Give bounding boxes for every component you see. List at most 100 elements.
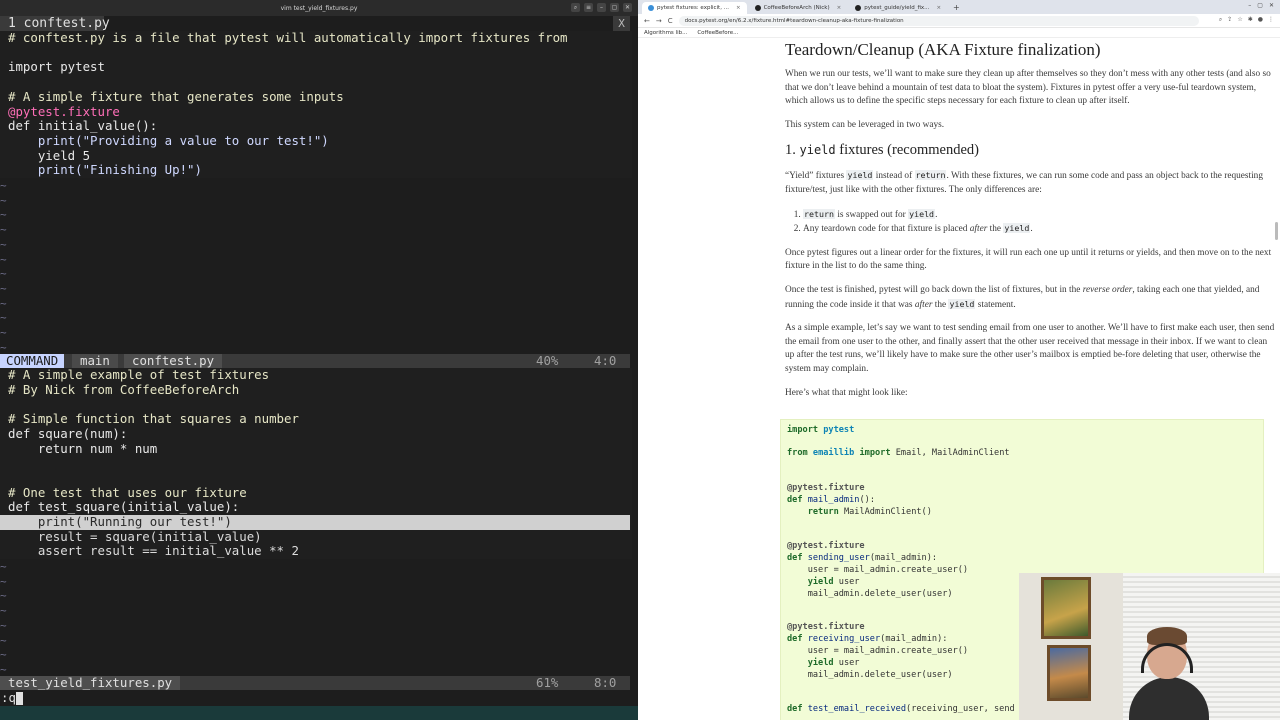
subsection-heading: 1. yield fixtures (recommended) [785, 142, 979, 159]
code-line: # One test that uses our fixture [8, 484, 247, 500]
github-favicon-icon [855, 5, 862, 11]
scroll-percent: 40% [536, 353, 559, 368]
code-line: def initial_value(): [8, 118, 158, 134]
vim-tab-close-button[interactable]: X [613, 16, 630, 31]
vim-tabline: 1 conftest.py X [0, 16, 632, 31]
code-line: return num * num [8, 440, 158, 456]
code-line: # A simple example of test fixtures [8, 368, 270, 382]
back-button[interactable]: ← [644, 17, 650, 25]
terminal-titlebar: vim test_yield_fixtures.py ⌕ ≡ – ▢ ✕ [0, 0, 638, 16]
empty-line-tilde: ~ [0, 662, 7, 676]
empty-line-tilde: ~ [0, 267, 7, 281]
empty-line-tilde: ~ [0, 296, 7, 310]
maximize-icon[interactable]: ▢ [1257, 2, 1263, 9]
empty-line-tilde: ~ [0, 193, 7, 207]
menu-icon[interactable]: ≡ [584, 3, 593, 12]
profile-icon[interactable]: ● [1258, 16, 1263, 24]
documentation-content: Teardown/Cleanup (AKA Fixture finalizati… [785, 38, 1275, 410]
page-scrollbar[interactable] [1275, 222, 1278, 240]
paragraph: As a simple example, let’s say we want t… [785, 323, 1275, 374]
code-line: print("Finishing Up!") [8, 162, 202, 178]
webcam-painting [1041, 577, 1091, 639]
cursor-position: 4:0 [594, 353, 617, 368]
close-icon[interactable]: ✕ [623, 3, 632, 12]
share-icon[interactable]: ⇪ [1227, 16, 1232, 24]
empty-line-tilde: ~ [0, 311, 7, 325]
github-favicon-icon [754, 5, 761, 11]
code-line: import pytest [787, 425, 855, 435]
empty-line-tilde: ~ [0, 589, 7, 603]
browser-tab-bar: pytest fixtures: explicit, ... × CoffeeB… [638, 0, 1280, 14]
differences-list: return is swapped out for yield. Any tea… [803, 208, 1275, 237]
vim-command-line[interactable]: :q [0, 690, 632, 706]
vim-tab-conftest[interactable]: 1 conftest.py [0, 16, 110, 31]
presenter-body [1129, 677, 1209, 720]
close-tab-icon[interactable]: × [936, 2, 941, 14]
vim-top-pane[interactable]: # conftest.py is a file that pytest will… [0, 31, 632, 354]
empty-line-tilde: ~ [0, 648, 7, 662]
status-filename: conftest.py [124, 354, 223, 368]
bookmark-algorithms[interactable]: Algorithms lib... [644, 30, 687, 36]
tab-label: pytest_guide/yield_fix... [864, 5, 930, 11]
close-tab-icon[interactable]: × [837, 2, 842, 14]
code-line: @pytest.fixture [8, 103, 120, 119]
webcam-painting [1047, 645, 1091, 701]
git-branch: main [72, 354, 118, 368]
section-heading: Teardown/Cleanup (AKA Fixture finalizati… [785, 40, 1101, 59]
code-line: assert result == initial_value ** 2 [8, 543, 299, 559]
browser-extension-icons: ⌕ ⇪ ☆ ✱ ● ⋮ [1219, 16, 1274, 24]
empty-line-tilde: ~ [0, 237, 7, 251]
empty-line-tilde: ~ [0, 340, 7, 354]
status-filename: test_yield_fixtures.py [0, 676, 181, 690]
zoom-icon[interactable]: ⌕ [1219, 16, 1222, 24]
close-icon[interactable]: ✕ [1269, 2, 1274, 9]
code-line: mail_admin.delete_user(user) [787, 589, 953, 599]
bookmark-coffeebeforearch[interactable]: CoffeeBefore... [697, 30, 738, 36]
terminal-title: vim test_yield_fixtures.py [280, 4, 358, 12]
pytest-favicon-icon [648, 5, 654, 11]
reload-button[interactable]: C [668, 17, 673, 25]
code-line: user = mail_admin.create_user() [787, 646, 969, 656]
code-line: # conftest.py is a file that pytest will… [8, 31, 568, 45]
maximize-icon[interactable]: ▢ [610, 3, 619, 12]
code-line: # By Nick from CoffeeBeforeArch [8, 381, 240, 397]
code-line: result = square(initial_value) [8, 528, 262, 544]
code-line: mail_admin.delete_user(user) [787, 670, 953, 680]
close-tab-icon[interactable]: × [736, 2, 741, 14]
forward-button[interactable]: → [656, 17, 662, 25]
code-line: def test_square(initial_value): [8, 499, 240, 515]
code-line: yield 5 [8, 147, 91, 163]
extensions-icon[interactable]: ✱ [1248, 16, 1253, 24]
browser-tab-pytest-fixtures[interactable]: pytest fixtures: explicit, ... × [642, 2, 747, 14]
empty-line-tilde: ~ [0, 618, 7, 632]
paragraph: This system can be leveraged in two ways… [785, 119, 945, 130]
terminal-bottom-bar [0, 706, 638, 720]
code-line: return MailAdminClient() [807, 507, 932, 517]
command-text: :q [1, 690, 16, 705]
webcam-presenter [1129, 627, 1209, 720]
bookmark-star-icon[interactable]: ☆ [1237, 16, 1242, 24]
terminal-window: vim test_yield_fixtures.py ⌕ ≡ – ▢ ✕ 1 c… [0, 0, 638, 720]
menu-icon[interactable]: ⋮ [1268, 16, 1274, 24]
minimize-icon[interactable]: – [597, 3, 606, 12]
list-item: return is swapped out for yield. [803, 208, 1275, 223]
browser-tab-pytest-guide[interactable]: pytest_guide/yield_fix... × [849, 2, 947, 14]
bookmarks-bar: Algorithms lib... CoffeeBefore... [638, 28, 1280, 38]
code-line: def sending_user(mail_admin): [787, 553, 938, 563]
browser-toolbar: ← → C docs.pytest.org/en/6.2.x/fixture.h… [638, 14, 1280, 28]
empty-line-tilde: ~ [0, 326, 7, 339]
address-bar[interactable]: docs.pytest.org/en/6.2.x/fixture.html#te… [678, 15, 1199, 26]
vim-bottom-pane[interactable]: # A simple example of test fixtures # By… [0, 368, 632, 676]
browser-tab-coffeebeforearch[interactable]: CoffeeBeforeArch (Nick) × [749, 2, 848, 14]
terminal-window-controls: ⌕ ≡ – ▢ ✕ [571, 3, 632, 12]
new-tab-button[interactable]: + [949, 2, 964, 14]
search-icon[interactable]: ⌕ [571, 3, 580, 12]
code-line: yield user [807, 658, 860, 668]
code-line: user = mail_admin.create_user() [787, 565, 969, 575]
minimize-icon[interactable]: – [1248, 2, 1251, 9]
code-line: from emaillib import Email, MailAdminCli… [787, 448, 1010, 458]
code-line: # Simple function that squares a number [8, 411, 299, 427]
code-line: # A simple fixture that generates some i… [8, 88, 344, 104]
tab-label: pytest fixtures: explicit, ... [657, 5, 729, 11]
code-line: print("Providing a value to our test!") [8, 132, 329, 148]
